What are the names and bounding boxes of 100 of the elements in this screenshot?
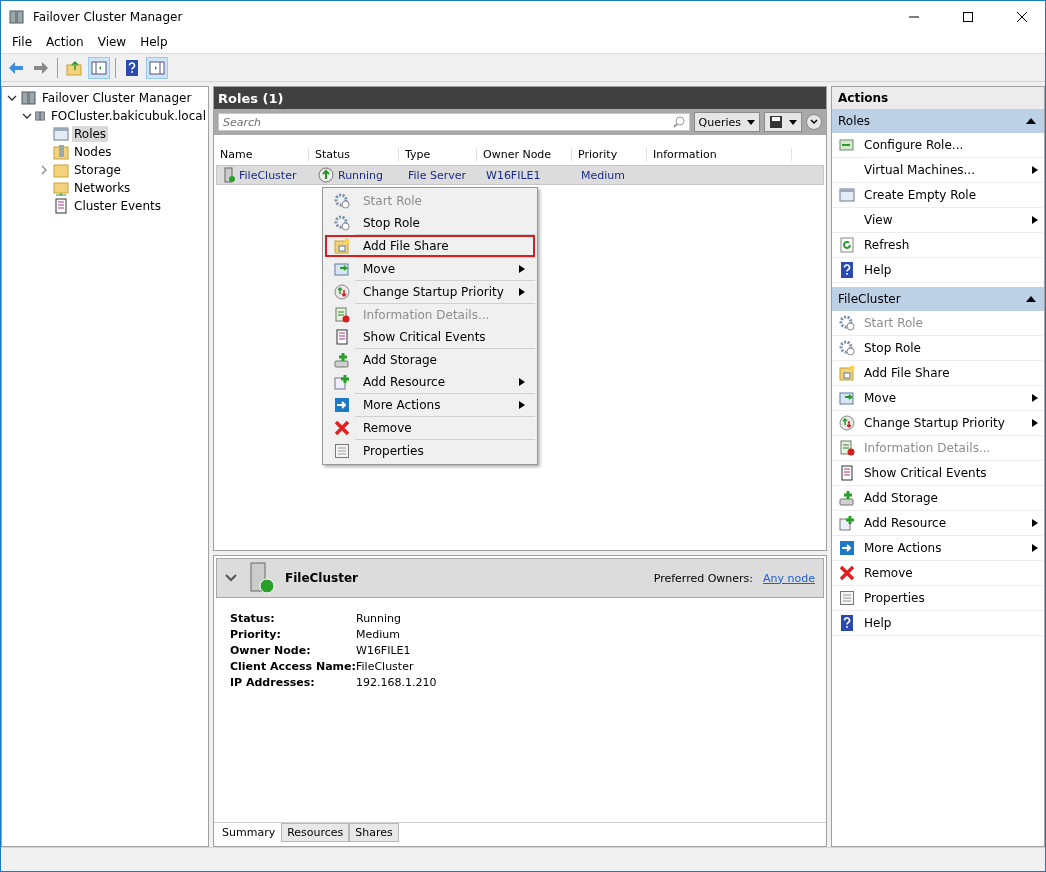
column-header[interactable]: Information [647, 147, 792, 161]
context-menu-item[interactable]: Show Critical Events [325, 326, 535, 348]
priority-icon [839, 415, 855, 431]
menu-item[interactable]: Action [39, 32, 91, 53]
nodes-folder-icon [53, 144, 69, 160]
task-link[interactable]: Add Resource [832, 511, 1044, 536]
task-link[interactable]: Move [832, 386, 1044, 411]
field-value: FileCluster [356, 660, 415, 673]
queries-button[interactable]: Queries [693, 112, 760, 132]
cluster-icon [35, 108, 46, 124]
task-link[interactable]: Show Critical Events [832, 461, 1044, 486]
close-icon [1017, 11, 1027, 22]
section-title: FileCluster [838, 292, 901, 306]
table-cell: Running [338, 168, 384, 182]
tree-item[interactable]: Failover Cluster Manager [40, 90, 194, 106]
task-link[interactable]: Add File Share [832, 361, 1044, 386]
role-icon [53, 126, 69, 142]
column-header[interactable]: Owner Node [477, 147, 572, 161]
expanded-chevron-icon[interactable] [22, 112, 32, 120]
task-link[interactable]: Stop Role [832, 336, 1044, 361]
collapse-arrow-icon [1026, 118, 1036, 124]
task-link[interactable]: Help [832, 611, 1044, 636]
menu-item[interactable]: Help [133, 32, 175, 53]
running-status-icon [318, 167, 334, 183]
task-link[interactable]: Refresh [832, 233, 1044, 258]
section-header[interactable]: FileCluster [832, 287, 1044, 311]
any-node-link[interactable]: Any node [763, 571, 815, 585]
table-cell: W16FILE1 [486, 168, 541, 182]
tree-item[interactable]: Nodes [72, 144, 114, 160]
folder-up-icon [66, 59, 82, 76]
folder-share-icon [334, 238, 350, 254]
context-menu-item[interactable]: Change Startup Priority [325, 281, 535, 303]
submenu-arrow-icon [1032, 166, 1038, 174]
column-header[interactable]: Status [309, 147, 399, 161]
menu-item[interactable]: File [5, 32, 40, 53]
context-menu-item[interactable]: Add Storage [325, 349, 535, 371]
window-title: Failover Cluster Manager [33, 9, 184, 24]
help-icon [839, 262, 855, 278]
task-link[interactable]: Virtual Machines... [832, 158, 1044, 183]
task-link[interactable]: Properties [832, 586, 1044, 611]
move-icon [334, 261, 350, 277]
submenu-arrow-icon [1032, 394, 1038, 402]
task-link[interactable]: Configure Role... [832, 133, 1044, 158]
forward-arrow-icon [33, 59, 49, 76]
expanded-chevron-icon[interactable] [7, 94, 17, 102]
context-menu-item[interactable]: Move [325, 258, 535, 280]
tab[interactable]: Shares [349, 823, 399, 842]
refresh-icon [839, 237, 855, 253]
actions-title: Actions [832, 87, 1044, 109]
configure-icon [839, 137, 855, 153]
task-link[interactable]: Add Storage [832, 486, 1044, 511]
column-header[interactable]: Type [399, 147, 477, 161]
networks-folder-icon [53, 180, 69, 196]
menu-item[interactable]: View [90, 32, 134, 53]
submenu-arrow-icon [1032, 216, 1038, 224]
context-menu-item[interactable]: Add Resource [325, 371, 535, 393]
submenu-arrow-icon [519, 378, 525, 386]
column-header[interactable]: Priority [572, 147, 647, 161]
task-link[interactable]: Create Empty Role [832, 183, 1044, 208]
context-menu-item[interactable]: Properties [325, 440, 535, 462]
save-query-button[interactable] [764, 112, 802, 132]
tab[interactable]: Resources [281, 823, 350, 842]
context-menu-item[interactable]: Remove [325, 417, 535, 439]
table-row[interactable]: FileCluster Running File Server W16FILE1 Medium [216, 165, 824, 185]
tree-item[interactable]: FOCluster.bakicubuk.local [48, 108, 208, 124]
collapsed-chevron-icon[interactable] [40, 165, 48, 175]
tree-item[interactable]: Networks [72, 180, 133, 196]
context-menu-item[interactable]: Stop Role [325, 212, 535, 234]
caret-icon [747, 119, 755, 125]
column-header[interactable]: Name [214, 147, 309, 161]
field-label: Owner Node: [230, 644, 312, 657]
task-link[interactable]: Remove [832, 561, 1044, 586]
field-label: Status: [230, 612, 276, 625]
field-value: Running [356, 612, 403, 625]
context-menu-item[interactable]: More Actions [325, 394, 535, 416]
task-link[interactable]: View [832, 208, 1044, 233]
task-link[interactable]: Change Startup Priority [832, 411, 1044, 436]
table-cell: File Server [408, 168, 466, 182]
search-field[interactable]: Search [218, 113, 690, 131]
field-value: Medium [356, 628, 401, 641]
priority-icon [334, 284, 350, 300]
search-placeholder: Search [223, 115, 262, 129]
info-details-icon [839, 440, 855, 456]
task-link[interactable]: Help [832, 258, 1044, 283]
remove-icon [334, 420, 350, 436]
add-storage-icon [839, 490, 855, 506]
submenu-arrow-icon [1032, 519, 1038, 527]
expand-button[interactable] [806, 114, 822, 130]
tree-item[interactable]: Roles [72, 126, 109, 142]
pane-title: Roles (1) [214, 87, 826, 109]
context-menu-item[interactable]: Add File Share [325, 235, 535, 257]
section-header[interactable]: Roles [832, 109, 1044, 133]
task-link[interactable]: More Actions [832, 536, 1044, 561]
submenu-arrow-icon [1032, 544, 1038, 552]
details-title: FileCluster [285, 571, 359, 585]
chevron-down-icon[interactable] [225, 574, 237, 582]
tree-item[interactable]: Storage [72, 162, 123, 178]
caret-icon [789, 119, 797, 125]
tree-item[interactable]: Cluster Events [72, 198, 164, 214]
save-icon [769, 115, 783, 129]
